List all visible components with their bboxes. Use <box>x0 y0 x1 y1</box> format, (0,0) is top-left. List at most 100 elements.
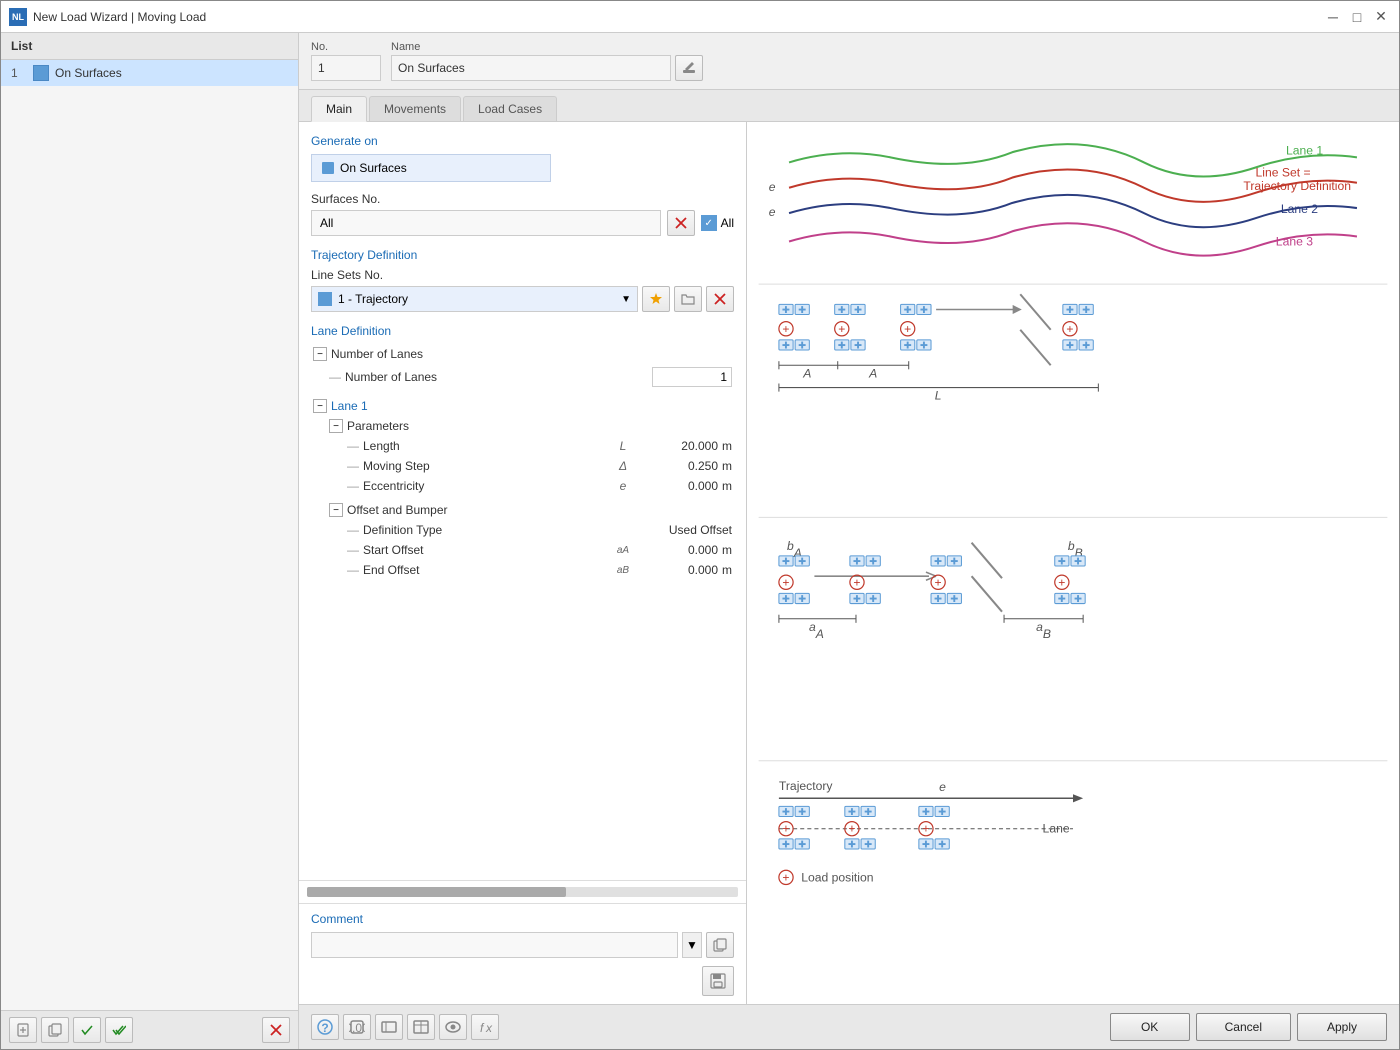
main-window: NL New Load Wizard | Moving Load ─ □ ✕ L… <box>0 0 1400 1050</box>
moving-step-label: Moving Step <box>363 459 608 473</box>
line-sets-label: Line Sets No. <box>311 268 734 282</box>
cancel-button[interactable]: Cancel <box>1196 1013 1291 1041</box>
no-input[interactable] <box>311 55 381 81</box>
titlebar: NL New Load Wizard | Moving Load ─ □ ✕ <box>1 1 1399 33</box>
zero-button[interactable]: 0,00 <box>343 1014 371 1040</box>
all-checkbox[interactable]: ✓ All <box>701 215 734 231</box>
ok-button[interactable]: OK <box>1110 1013 1190 1041</box>
function-button[interactable]: fx <box>471 1014 499 1040</box>
comment-save-btn[interactable] <box>702 966 734 996</box>
trajectory-clear-btn[interactable] <box>706 286 734 312</box>
number-of-lanes-group: − Number of Lanes <box>311 344 734 364</box>
name-group: Name <box>391 41 703 81</box>
maximize-button[interactable]: □ <box>1347 7 1367 27</box>
trajectory-folder-btn[interactable] <box>674 286 702 312</box>
parameters-label: Parameters <box>347 419 732 433</box>
surfaces-label: Surfaces No. <box>311 192 734 206</box>
svg-text:+: + <box>865 837 872 851</box>
svg-text:x: x <box>485 1021 493 1035</box>
svg-text:+: + <box>1058 592 1065 606</box>
apply-button[interactable]: Apply <box>1297 1013 1387 1041</box>
expand-number-of-lanes[interactable]: − <box>313 347 327 361</box>
surfaces-input[interactable] <box>311 210 661 236</box>
generate-input[interactable]: On Surfaces <box>311 154 551 182</box>
svg-text:e: e <box>939 780 946 794</box>
comment-input[interactable] <box>311 932 678 958</box>
lane3-label: Lane 3 <box>1276 235 1313 249</box>
start-offset-label: Start Offset <box>363 543 608 557</box>
comment-arrow[interactable]: ▼ <box>682 932 702 958</box>
list-bottom <box>1 1010 298 1049</box>
start-offset-value: 0.000 <box>638 543 718 557</box>
list-item-icon <box>33 65 49 81</box>
surfaces-clear-btn[interactable] <box>667 210 695 236</box>
name-input[interactable] <box>391 55 671 81</box>
diagram-panel: Lane 1 Line Set = Trajectory Definition … <box>747 122 1399 1004</box>
name-edit-button[interactable] <box>675 55 703 81</box>
svg-text:Trajectory: Trajectory <box>779 779 834 793</box>
number-of-lanes-label: Number of Lanes <box>331 347 732 361</box>
check-icon-btn[interactable] <box>73 1017 101 1043</box>
comment-copy-btn[interactable] <box>706 932 734 958</box>
svg-text:+: + <box>854 303 861 317</box>
eye-button[interactable] <box>439 1014 467 1040</box>
svg-text:+: + <box>904 303 911 317</box>
svg-text:+: + <box>799 303 806 317</box>
tab-load-cases[interactable]: Load Cases <box>463 96 557 121</box>
close-button[interactable]: ✕ <box>1371 7 1391 27</box>
svg-text:aA: aA <box>809 620 824 641</box>
line-sets-value: 1 - Trajectory <box>338 292 408 306</box>
svg-text:+: + <box>838 322 845 336</box>
all-checkbox-checked: ✓ <box>701 215 717 231</box>
svg-text:+: + <box>782 322 789 336</box>
help-button[interactable]: ? <box>311 1014 339 1040</box>
eccentricity-label: Eccentricity <box>363 479 608 493</box>
tree-dash-dt: — <box>347 523 359 537</box>
svg-text:+: + <box>922 837 929 851</box>
scrollbar-thumb[interactable] <box>307 887 566 897</box>
svg-text:+: + <box>1058 554 1065 568</box>
add-icon-btn[interactable] <box>9 1017 37 1043</box>
copy-icon-btn[interactable] <box>41 1017 69 1043</box>
eccentricity-unit: m <box>722 479 732 493</box>
delete-icon-btn[interactable] <box>262 1017 290 1043</box>
expand-parameters[interactable]: − <box>329 419 343 433</box>
surface-button[interactable] <box>375 1014 403 1040</box>
generate-on-label: Generate on <box>311 134 734 148</box>
tab-main[interactable]: Main <box>311 96 367 122</box>
svg-text:+: + <box>922 822 929 836</box>
diagram-row-1: + + + + + + <box>779 294 1098 402</box>
expand-offset-bumper[interactable]: − <box>329 503 343 517</box>
trajectory-def-label: Trajectory Definition <box>1243 179 1351 193</box>
tab-movements[interactable]: Movements <box>369 96 461 121</box>
number-of-lanes-input[interactable] <box>652 367 732 387</box>
comment-section: Comment ▼ <box>299 903 746 1004</box>
diagram-row-3: Trajectory e + + <box>779 779 1083 884</box>
svg-text:0,00: 0,00 <box>349 1021 365 1035</box>
svg-text:+: + <box>1083 303 1090 317</box>
definition-type-label: Definition Type <box>363 523 602 537</box>
end-offset-row: — End Offset aB 0.000 m <box>311 560 734 580</box>
scrollbar-track[interactable] <box>307 887 738 897</box>
svg-text:+: + <box>854 338 861 352</box>
window-controls: ─ □ ✕ <box>1323 7 1391 27</box>
list-item[interactable]: 1 On Surfaces <box>1 60 298 86</box>
generate-icon <box>322 162 334 174</box>
table-button[interactable] <box>407 1014 435 1040</box>
svg-text:+: + <box>935 592 942 606</box>
trajectory-section: Trajectory Definition Line Sets No. 1 - … <box>311 248 734 312</box>
content-panels: Generate on On Surfaces Surfaces No. <box>299 122 1399 1004</box>
svg-text:?: ? <box>321 1021 328 1035</box>
diagram-row-2: bA bB + + + <box>779 539 1085 641</box>
check2-icon-btn[interactable] <box>105 1017 133 1043</box>
line-sets-select[interactable]: 1 - Trajectory ▼ <box>311 286 638 312</box>
number-of-lanes-row: — Number of Lanes <box>311 364 734 390</box>
minimize-button[interactable]: ─ <box>1323 7 1343 27</box>
svg-text:+: + <box>799 805 806 819</box>
expand-lane1[interactable]: − <box>313 399 327 413</box>
svg-text:+: + <box>870 554 877 568</box>
end-offset-symbol: aB <box>608 565 638 576</box>
diagram-svg: Lane 1 Line Set = Trajectory Definition … <box>757 132 1389 994</box>
trajectory-star-btn[interactable] <box>642 286 670 312</box>
lineset-label: Line Set = <box>1256 166 1311 180</box>
